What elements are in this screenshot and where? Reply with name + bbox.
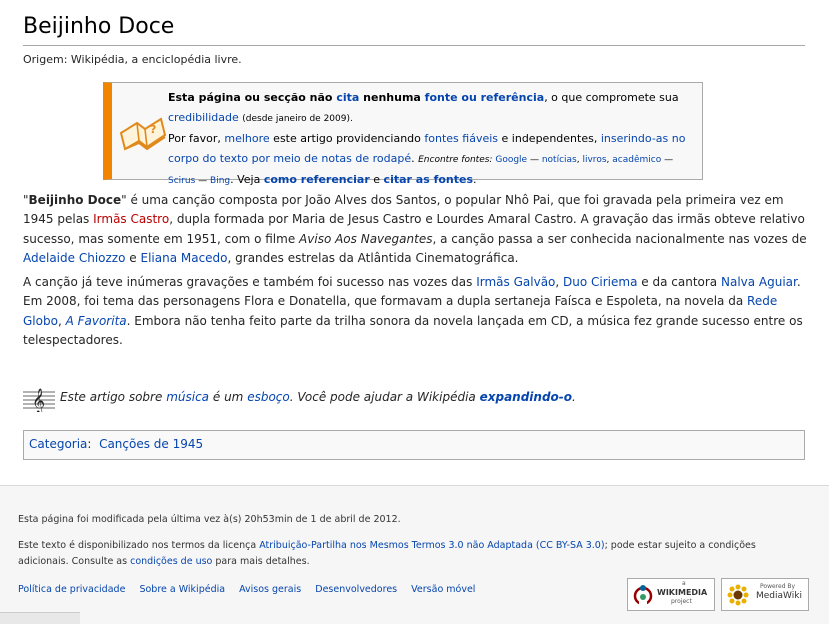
p2-text-2: e da cantora bbox=[641, 275, 718, 289]
stub-notice: 𝄞 Este artigo sobre música é um esboço. … bbox=[23, 386, 813, 412]
article-subject: Beijinho Doce bbox=[28, 193, 122, 207]
cita-link[interactable]: cita bbox=[336, 91, 359, 104]
dash-2: — bbox=[664, 154, 674, 165]
category-item-link[interactable]: Canções de 1945 bbox=[99, 437, 203, 451]
fontes-fiaveis-link[interactable]: fontes fiáveis bbox=[424, 132, 498, 145]
mediawiki-main: MediaWiki bbox=[756, 591, 802, 601]
google-link[interactable]: Google bbox=[495, 155, 527, 165]
status-bar bbox=[0, 612, 80, 624]
e-text: e bbox=[373, 173, 381, 186]
wikimedia-logo-icon bbox=[633, 585, 653, 606]
powered-by-mediawiki-badge[interactable]: Powered By MediaWiki bbox=[721, 578, 809, 611]
scirus-link[interactable]: Scirus bbox=[168, 176, 195, 186]
notice-bold-1: Esta página ou secção não bbox=[168, 91, 333, 104]
irmas-castro-link[interactable]: Irmãs Castro bbox=[93, 212, 169, 226]
p2-text-1: A canção já teve inúmeras gravações e ta… bbox=[23, 275, 473, 289]
esboco-link[interactable]: esboço bbox=[247, 390, 290, 404]
treble-clef-icon: 𝄞 bbox=[23, 388, 55, 412]
paragraph-1: "Beijinho Doce" é uma canção composta po… bbox=[23, 193, 807, 265]
p2-text-4: . Embora não tenha feito parte da trilha… bbox=[23, 313, 803, 347]
melhore-link[interactable]: melhore bbox=[224, 132, 269, 145]
citar-fontes-link[interactable]: citar as fontes bbox=[384, 173, 473, 186]
unreferenced-notice-box: ? Esta página ou secção não cita nenhuma… bbox=[103, 82, 703, 186]
categoria-link[interactable]: Categoria bbox=[29, 437, 87, 451]
paragraph-2: A canção já teve inúmeras gravações e ta… bbox=[23, 275, 803, 347]
dash-3: — bbox=[198, 176, 208, 186]
nalva-aguiar-link[interactable]: Nalva Aguiar bbox=[721, 275, 797, 289]
como-referenciar-link[interactable]: como referenciar bbox=[264, 173, 370, 186]
adelaide-chiozzo-link[interactable]: Adelaide Chiozzo bbox=[23, 251, 125, 265]
license-text-1: Este texto é disponibilizado nos termos … bbox=[18, 540, 257, 551]
last-modified: Esta página foi modificada pela última v… bbox=[18, 514, 401, 525]
musica-link[interactable]: música bbox=[166, 390, 209, 404]
stub-text-4: . bbox=[572, 390, 576, 404]
notice-text-2: Por favor, bbox=[168, 132, 221, 145]
notice-text-4: e independentes, bbox=[501, 132, 598, 145]
license-text-4: para mais detalhes. bbox=[215, 555, 310, 567]
irmas-galvao-link[interactable]: Irmãs Galvão bbox=[476, 275, 555, 289]
about-link[interactable]: Sobre a Wikipédia bbox=[139, 584, 225, 595]
mobile-view-link[interactable]: Versão móvel bbox=[411, 584, 475, 595]
disclaimers-link[interactable]: Avisos gerais bbox=[239, 584, 301, 595]
p1-text-4: e bbox=[129, 250, 137, 265]
page-title: Beijinho Doce bbox=[23, 14, 175, 39]
fonte-referencia-link[interactable]: fonte ou referência bbox=[425, 91, 545, 104]
credibilidade-link[interactable]: credibilidade bbox=[168, 111, 239, 124]
duo-ciriema-link[interactable]: Duo Ciriema bbox=[563, 275, 637, 289]
license-text-3: adicionais. Consulte as bbox=[18, 555, 128, 567]
bing-link[interactable]: Bing bbox=[210, 176, 230, 186]
film-title: Aviso Aos Navegantes bbox=[299, 231, 433, 246]
stub-text-1: Este artigo sobre bbox=[60, 390, 163, 404]
origin-note: Origem: Wikipédia, a enciclopédia livre. bbox=[23, 53, 242, 66]
footer: Esta página foi modificada pela última v… bbox=[0, 485, 829, 624]
expandindo-link[interactable]: expandindo-o bbox=[480, 390, 572, 404]
dash-1: — bbox=[529, 154, 539, 165]
veja-text: . Veja bbox=[230, 173, 261, 186]
article-content: Beijinho Doce Origem: Wikipédia, a encic… bbox=[0, 0, 829, 485]
svg-text:𝄞: 𝄞 bbox=[32, 388, 45, 412]
p1-text-3: , a canção passa a ser conhecida naciona… bbox=[432, 231, 807, 246]
livros-link[interactable]: livros bbox=[582, 155, 606, 165]
wikimedia-main: WIKIMEDIA bbox=[657, 588, 708, 597]
noticias-link[interactable]: notícias bbox=[542, 155, 577, 165]
notice-text-1: , o que compromete sua bbox=[544, 91, 679, 104]
svg-text:?: ? bbox=[150, 123, 156, 136]
p1-text-5: , grandes estrelas da Atlântida Cinemato… bbox=[227, 250, 519, 265]
license-text: Este texto é disponibilizado nos termos … bbox=[18, 538, 756, 569]
notice-text-3: este artigo providenciando bbox=[273, 132, 421, 145]
privacy-policy-link[interactable]: Política de privacidade bbox=[18, 584, 125, 595]
mediawiki-top: Powered By bbox=[760, 583, 796, 590]
license-text-2: ; pode estar sujeito a condições bbox=[604, 540, 756, 551]
a-favorita-link[interactable]: A Favorita bbox=[66, 314, 127, 328]
academico-link[interactable]: acadêmico bbox=[612, 155, 661, 165]
eliana-macedo-link[interactable]: Eliana Macedo bbox=[140, 251, 227, 265]
category-box: Categoria: Canções de 1945 bbox=[23, 430, 805, 460]
stub-text-3: . Você pode ajudar a Wikipédia bbox=[289, 390, 476, 404]
stub-text-2: é um bbox=[212, 390, 244, 404]
license-link[interactable]: Atribuição-Partilha nos Mesmos Termos 3.… bbox=[259, 540, 604, 551]
notice-bold-2: nenhuma bbox=[363, 91, 421, 104]
stub-text: Este artigo sobre música é um esboço. Vo… bbox=[60, 390, 576, 404]
book-question-icon: ? bbox=[119, 117, 167, 151]
terms-of-use-link[interactable]: condições de uso bbox=[130, 556, 212, 567]
title-divider bbox=[23, 45, 805, 46]
mediawiki-sunflower-icon bbox=[727, 584, 749, 606]
wikimedia-top: a bbox=[682, 580, 686, 587]
footer-links: Política de privacidade Sobre a Wikipédi… bbox=[18, 584, 486, 595]
wikimedia-project-badge[interactable]: a WIKIMEDIA project bbox=[627, 578, 715, 611]
find-sources-label: Encontre fontes: bbox=[418, 154, 493, 165]
notice-text: Esta página ou secção não cita nenhuma f… bbox=[168, 91, 686, 186]
developers-link[interactable]: Desenvolvedores bbox=[315, 584, 397, 595]
notice-date: (desde janeiro de 2009). bbox=[242, 113, 353, 124]
wikimedia-bottom: project bbox=[671, 598, 692, 605]
